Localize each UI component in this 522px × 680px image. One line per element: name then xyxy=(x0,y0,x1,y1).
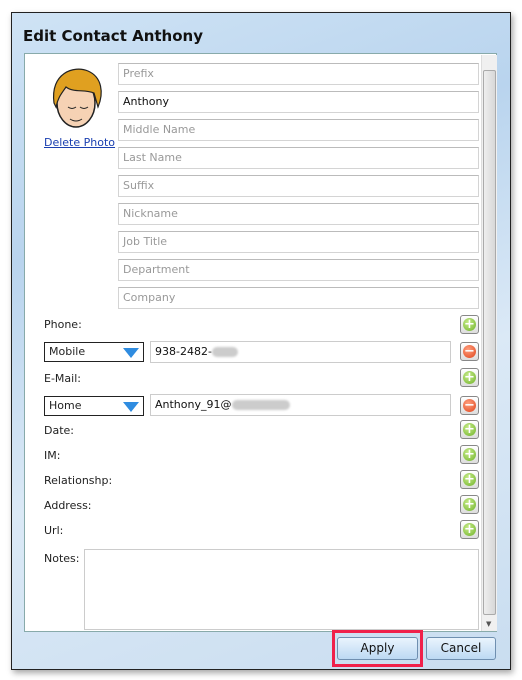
section-label: Relationshp: xyxy=(44,474,113,487)
plus-icon: + xyxy=(464,447,475,462)
plus-icon: + xyxy=(464,370,475,385)
add-email-button[interactable]: + xyxy=(460,368,479,387)
scroll-down-arrow-icon[interactable]: ▼ xyxy=(486,620,491,628)
name-field-department[interactable]: Department xyxy=(118,259,479,281)
name-field-job-title[interactable]: Job Title xyxy=(118,231,479,253)
redacted-text xyxy=(211,347,238,357)
apply-button[interactable]: Apply xyxy=(337,637,418,660)
vertical-scrollbar[interactable]: ▼ xyxy=(481,55,497,631)
email-type-select[interactable]: Home xyxy=(44,396,144,416)
add-date-button[interactable]: + xyxy=(460,420,479,439)
notes-textarea[interactable] xyxy=(84,549,479,630)
phone-type-select[interactable]: Mobile xyxy=(44,342,144,362)
section-label: IM: xyxy=(44,449,61,462)
email-label: E-Mail: xyxy=(44,372,81,385)
plus-icon: + xyxy=(464,472,475,487)
cancel-button[interactable]: Cancel xyxy=(426,637,496,660)
dialog-title: Edit Contact Anthony xyxy=(23,27,203,45)
section-label: Address: xyxy=(44,499,92,512)
scrollbar-thumb[interactable] xyxy=(483,70,496,615)
phone-value: 938-2482- xyxy=(155,345,212,358)
plus-icon: + xyxy=(464,522,475,537)
notes-label: Notes: xyxy=(44,552,80,565)
remove-email-button[interactable]: − xyxy=(460,396,479,415)
plus-icon: + xyxy=(464,422,475,437)
name-field-first-name[interactable]: Anthony xyxy=(118,91,479,113)
name-field-middle-name[interactable]: Middle Name xyxy=(118,119,479,141)
minus-icon: − xyxy=(464,398,475,413)
email-type-value: Home xyxy=(49,399,82,412)
redacted-text xyxy=(231,400,290,410)
remove-phone-button[interactable]: − xyxy=(460,342,479,361)
section-label: Url: xyxy=(44,524,64,537)
phone-type-value: Mobile xyxy=(49,345,86,358)
plus-icon: + xyxy=(464,317,475,332)
name-field-company[interactable]: Company xyxy=(118,287,479,309)
name-field-prefix[interactable]: Prefix xyxy=(118,63,479,85)
name-field-nickname[interactable]: Nickname xyxy=(118,203,479,225)
email-value: Anthony_91@ xyxy=(155,398,232,411)
email-input[interactable]: Anthony_91@ xyxy=(150,394,451,416)
triangle-down-icon xyxy=(123,402,139,412)
add-relationshp-button[interactable]: + xyxy=(460,470,479,489)
add-im-button[interactable]: + xyxy=(460,445,479,464)
name-field-last-name[interactable]: Last Name xyxy=(118,147,479,169)
phone-label: Phone: xyxy=(44,318,82,331)
triangle-down-icon xyxy=(123,348,139,358)
minus-icon: − xyxy=(464,344,475,359)
delete-photo-link[interactable]: Delete Photo xyxy=(44,136,115,149)
add-phone-button[interactable]: + xyxy=(460,315,479,334)
phone-input[interactable]: 938-2482- xyxy=(150,341,451,363)
add-url-button[interactable]: + xyxy=(460,520,479,539)
plus-icon: + xyxy=(464,497,475,512)
contact-photo[interactable] xyxy=(44,63,108,133)
section-label: Date: xyxy=(44,424,74,437)
add-address-button[interactable]: + xyxy=(460,495,479,514)
name-field-suffix[interactable]: Suffix xyxy=(118,175,479,197)
